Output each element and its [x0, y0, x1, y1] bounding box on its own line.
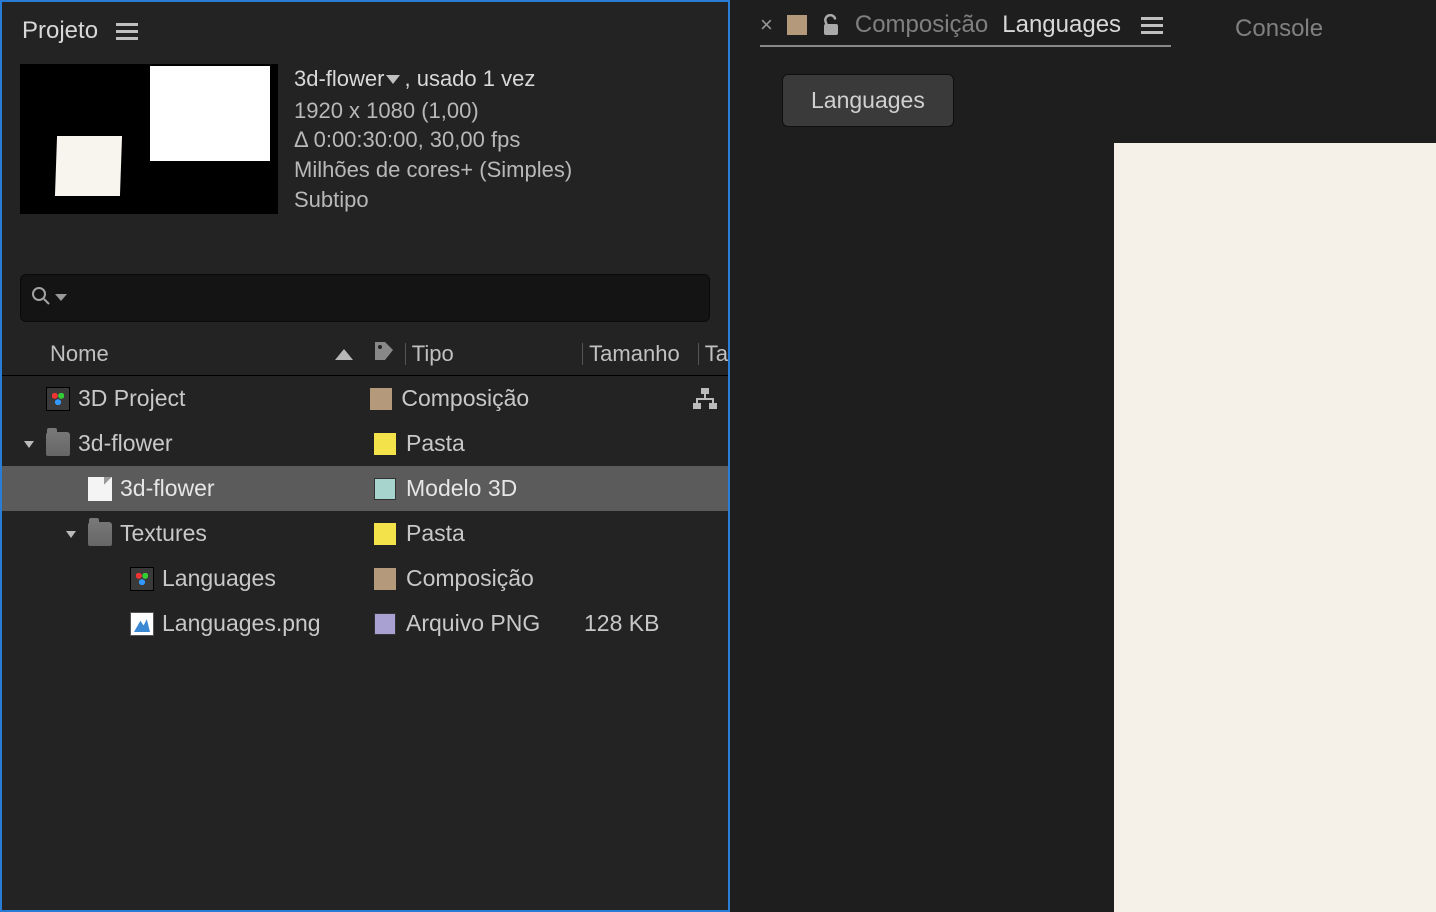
color-swatch[interactable] [374, 478, 396, 500]
item-thumbnail [20, 64, 278, 214]
tab-name: Languages [1002, 11, 1121, 39]
item-colors: Milhões de cores+ (Simples) [294, 155, 572, 185]
chevron-down-icon[interactable] [20, 437, 38, 451]
item-size: 128 KB [584, 610, 700, 637]
color-swatch[interactable] [374, 568, 396, 590]
table-row[interactable]: 3d-flower Pasta [2, 421, 728, 466]
project-panel: Projeto 3d-flower , usado 1 vez 1920 x 10… [0, 0, 730, 912]
image-file-icon [130, 612, 154, 636]
file-icon [88, 477, 112, 501]
flowchart-icon[interactable] [692, 387, 718, 411]
table-row[interactable]: 3D Project Composição [2, 376, 728, 421]
item-type: Composição [406, 565, 584, 592]
item-dimensions: 1920 x 1080 (1,00) [294, 96, 572, 126]
item-info-text: 3d-flower , usado 1 vez 1920 x 1080 (1,00… [294, 64, 572, 214]
item-type: Pasta [406, 430, 584, 457]
item-type: Pasta [406, 520, 584, 547]
column-size-label: Tamanho [589, 341, 680, 367]
table-row[interactable]: Languages Composição [2, 556, 728, 601]
composition-icon [130, 567, 154, 591]
composition-viewer[interactable] [748, 137, 1436, 912]
composition-panel: × Composição Languages Console Languages [730, 0, 1436, 912]
close-icon[interactable]: × [760, 12, 773, 38]
project-table-header: Nome Tipo Tamanho Ta [2, 332, 728, 376]
tag-icon [373, 340, 395, 368]
item-name: 3d-flower [294, 66, 384, 91]
column-type[interactable]: Tipo [405, 341, 582, 367]
item-type: Composição [401, 385, 577, 412]
item-name: Languages.png [162, 610, 321, 637]
color-swatch[interactable] [374, 433, 396, 455]
column-name-label: Nome [50, 341, 109, 367]
column-ta[interactable]: Ta [698, 341, 728, 367]
composition-breadcrumb[interactable]: Languages [782, 74, 954, 127]
project-table-body: 3D ProjectComposição3d-flowerPasta3d-flo… [2, 376, 728, 646]
table-row[interactable]: Languages.png Arquivo PNG128 KB [2, 601, 728, 646]
search-icon [31, 286, 51, 311]
table-row[interactable]: Textures Pasta [2, 511, 728, 556]
hamburger-icon[interactable] [1141, 17, 1163, 34]
unlock-icon[interactable] [821, 14, 841, 36]
color-swatch[interactable] [374, 613, 396, 635]
search-input[interactable] [20, 274, 710, 322]
tab-prefix: Composição [855, 11, 988, 39]
hamburger-icon[interactable] [116, 23, 138, 40]
chevron-down-icon[interactable] [62, 527, 80, 541]
item-name: 3d-flower [78, 430, 173, 457]
item-name: 3D Project [78, 385, 185, 412]
composition-panel-tabs: × Composição Languages Console [748, 0, 1436, 58]
console-tab[interactable]: Console [1235, 15, 1323, 43]
folder-icon [88, 522, 112, 546]
item-name: Languages [162, 565, 276, 592]
item-name: 3d-flower [120, 475, 215, 502]
color-swatch[interactable] [374, 523, 396, 545]
column-tag[interactable] [363, 340, 405, 368]
item-info: 3d-flower , usado 1 vez 1920 x 1080 (1,00… [2, 60, 728, 224]
folder-icon [46, 432, 70, 456]
item-duration: Δ 0:00:30:00, 30,00 fps [294, 125, 572, 155]
caret-down-icon[interactable] [386, 64, 400, 94]
color-swatch[interactable] [370, 388, 392, 410]
project-panel-tabs: Projeto [2, 2, 728, 60]
chevron-down-icon[interactable] [55, 289, 67, 307]
item-type: Modelo 3D [406, 475, 584, 502]
project-tab[interactable]: Projeto [22, 17, 98, 45]
column-size[interactable]: Tamanho [582, 341, 698, 367]
item-type: Arquivo PNG [406, 610, 584, 637]
column-type-label: Tipo [412, 341, 454, 367]
column-ta-label: Ta [705, 341, 728, 367]
item-name: Textures [120, 520, 207, 547]
sort-ascending-icon [335, 341, 353, 367]
item-subtype: Subtipo [294, 185, 572, 215]
table-row[interactable]: 3d-flower Modelo 3D [2, 466, 728, 511]
composition-canvas [1114, 143, 1436, 912]
column-name[interactable]: Nome [2, 341, 363, 367]
composition-tab[interactable]: × Composição Languages [760, 11, 1171, 47]
item-usage: , usado 1 vez [404, 66, 535, 91]
tab-color-swatch [787, 15, 807, 35]
composition-icon [46, 387, 70, 411]
